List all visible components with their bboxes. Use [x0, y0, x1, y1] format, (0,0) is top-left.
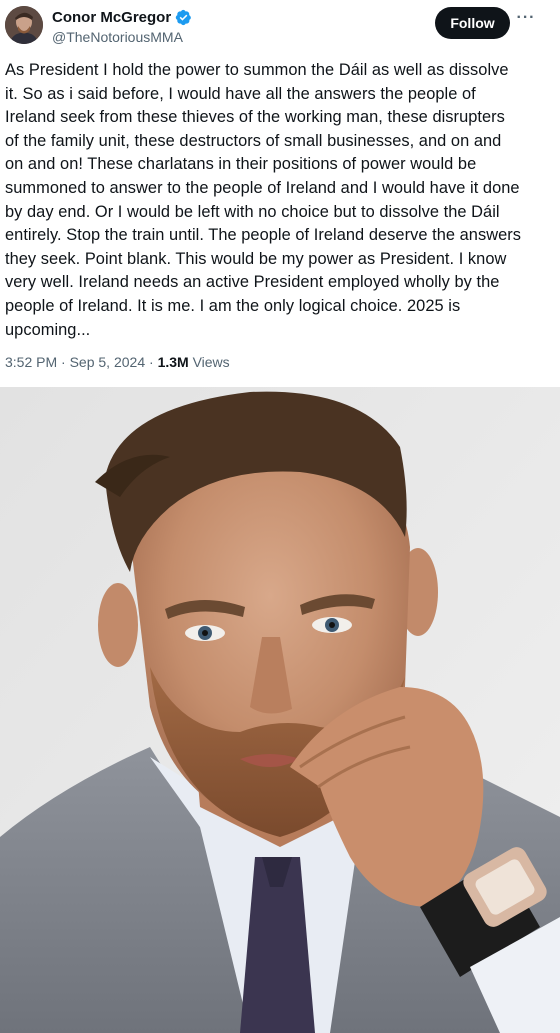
author-handle[interactable]: @TheNotoriousMMA [52, 29, 192, 45]
tweet-text-line: it. So as i said before, I would have al… [5, 84, 476, 103]
tweet-text-line: people of Ireland. It is me. I am the on… [5, 296, 461, 315]
tweet-text-line: summoned to answer to the people of Irel… [5, 178, 520, 197]
tweet-text-line: Ireland seek from these thieves of the w… [5, 108, 505, 127]
views-count: 1.3M [157, 354, 189, 370]
tweet-text-line: of the family unit, these destructors of… [5, 131, 502, 150]
tweet-text-line: by day end. Or I would be left with no c… [5, 202, 500, 221]
tweet-date[interactable]: Sep 5, 2024 [70, 354, 146, 370]
tweet-meta: 3:52 PM · Sep 5, 2024 · 1.3M Views [5, 354, 230, 374]
tweet-text-line: on and on! These charlatans in their pos… [5, 155, 477, 174]
follow-button[interactable]: Follow [435, 7, 510, 39]
tweet-text-line: upcoming... [5, 320, 91, 339]
tweet-text-line: they seek. Point blank. This would be my… [5, 249, 507, 268]
more-options-icon[interactable]: ··· [515, 10, 537, 32]
tweet-text: As President I hold the power to summon … [5, 59, 550, 342]
views-label: Views [192, 354, 230, 370]
author-block: Conor McGregor @TheNotoriousMMA [52, 8, 192, 45]
author-name-row: Conor McGregor [52, 8, 192, 26]
tweet-text-line: As President I hold the power to summon … [5, 61, 509, 79]
tweet: Conor McGregor @TheNotoriousMMA Follow ·… [0, 0, 560, 1033]
author-display-name[interactable]: Conor McGregor [52, 9, 171, 26]
verified-badge-icon [175, 9, 192, 25]
avatar[interactable] [5, 6, 43, 44]
tweet-time[interactable]: 3:52 PM [5, 354, 57, 370]
meta-separator: · [61, 354, 66, 370]
meta-separator: · [149, 354, 154, 370]
tweet-photo[interactable] [0, 387, 560, 1033]
tweet-text-line: entirely. Stop the train until. The peop… [5, 226, 522, 245]
tweet-header: Conor McGregor @TheNotoriousMMA Follow ·… [0, 0, 560, 52]
tweet-text-line: very well. Ireland needs an active Presi… [5, 273, 500, 292]
